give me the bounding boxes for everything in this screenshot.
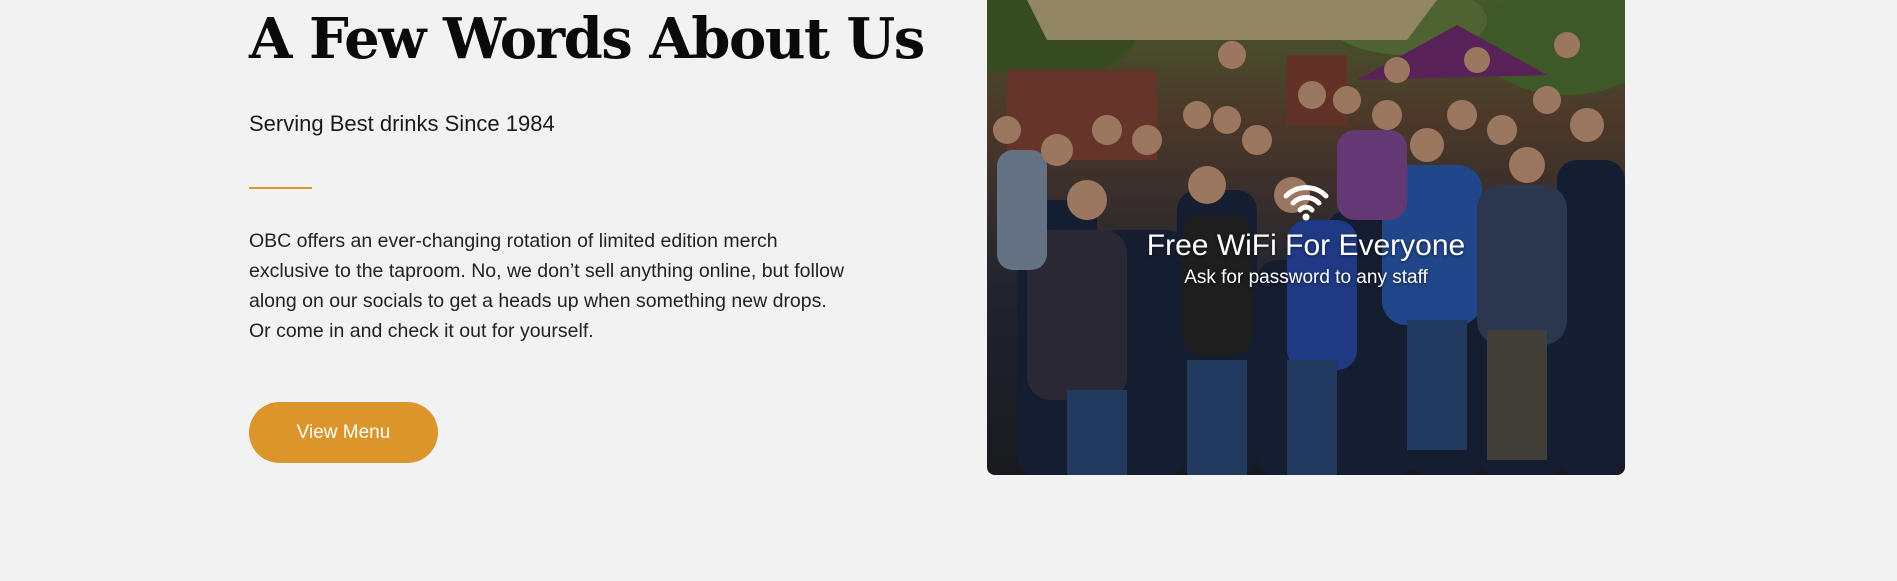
wifi-title: Free WiFi For Everyone (1146, 229, 1466, 262)
section-subheading: Serving Best drinks Since 1984 (249, 111, 555, 136)
view-menu-button[interactable]: View Menu (249, 402, 438, 463)
about-section: A Few Words About Us Serving Best drinks… (0, 0, 1897, 581)
wifi-info: Free WiFi For Everyone Ask for password … (987, 180, 1625, 290)
about-body-text: OBC offers an ever-changing rotation of … (249, 230, 845, 342)
wifi-icon (1283, 185, 1329, 221)
section-heading: A Few Words About Us (249, 6, 925, 72)
team-photo-card: Free WiFi For Everyone Ask for password … (987, 0, 1625, 475)
wifi-subtitle: Ask for password to any staff (1184, 267, 1428, 288)
accent-divider (249, 187, 312, 189)
